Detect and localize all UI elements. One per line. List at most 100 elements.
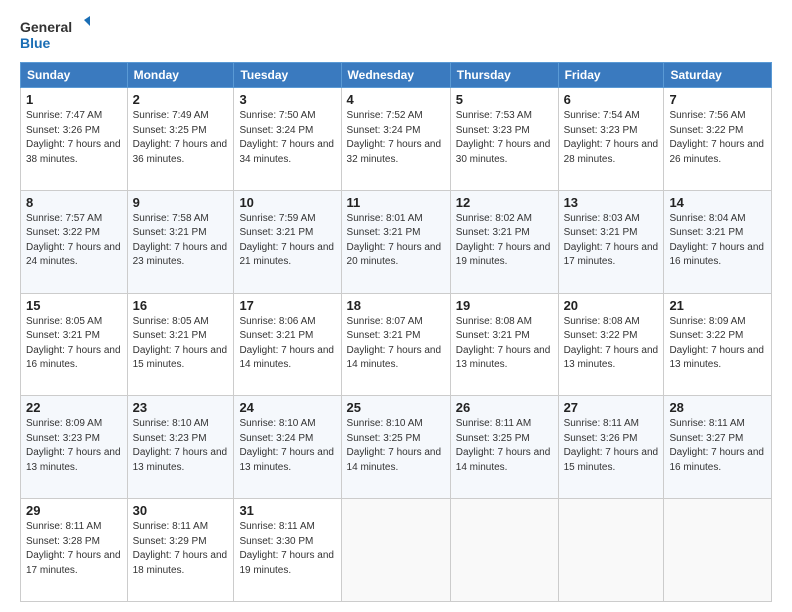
day-number: 17 [239, 298, 335, 313]
calendar-week-row: 15 Sunrise: 8:05 AM Sunset: 3:21 PM Dayl… [21, 293, 772, 396]
day-info: Sunrise: 7:53 AM Sunset: 3:23 PM Dayligh… [456, 109, 553, 167]
day-number: 13 [564, 195, 659, 210]
page: General Blue SundayMondayTuesdayWednesda… [0, 0, 792, 612]
day-info: Sunrise: 7:47 AM Sunset: 3:26 PM Dayligh… [26, 109, 122, 167]
day-info: Sunrise: 7:52 AM Sunset: 3:24 PM Dayligh… [347, 109, 445, 167]
day-number: 30 [133, 503, 229, 518]
calendar-cell: 13 Sunrise: 8:03 AM Sunset: 3:21 PM Dayl… [558, 190, 664, 293]
calendar-header-sunday: Sunday [21, 63, 128, 88]
day-number: 18 [347, 298, 445, 313]
day-number: 22 [26, 400, 122, 415]
calendar-cell [664, 499, 772, 602]
calendar-cell: 19 Sunrise: 8:08 AM Sunset: 3:21 PM Dayl… [450, 293, 558, 396]
calendar-cell: 28 Sunrise: 8:11 AM Sunset: 3:27 PM Dayl… [664, 396, 772, 499]
day-number: 31 [239, 503, 335, 518]
calendar-cell: 8 Sunrise: 7:57 AM Sunset: 3:22 PM Dayli… [21, 190, 128, 293]
day-info: Sunrise: 8:05 AM Sunset: 3:21 PM Dayligh… [133, 315, 229, 373]
day-number: 26 [456, 400, 553, 415]
day-info: Sunrise: 8:11 AM Sunset: 3:25 PM Dayligh… [456, 417, 553, 475]
day-info: Sunrise: 7:50 AM Sunset: 3:24 PM Dayligh… [239, 109, 335, 167]
calendar-header-wednesday: Wednesday [341, 63, 450, 88]
day-info: Sunrise: 7:58 AM Sunset: 3:21 PM Dayligh… [133, 212, 229, 270]
day-info: Sunrise: 8:11 AM Sunset: 3:28 PM Dayligh… [26, 520, 122, 578]
day-info: Sunrise: 8:04 AM Sunset: 3:21 PM Dayligh… [669, 212, 766, 270]
general-blue-logo-icon: General Blue [20, 16, 90, 52]
calendar-week-row: 1 Sunrise: 7:47 AM Sunset: 3:26 PM Dayli… [21, 88, 772, 191]
calendar-cell: 10 Sunrise: 7:59 AM Sunset: 3:21 PM Dayl… [234, 190, 341, 293]
calendar-cell: 12 Sunrise: 8:02 AM Sunset: 3:21 PM Dayl… [450, 190, 558, 293]
day-info: Sunrise: 8:11 AM Sunset: 3:30 PM Dayligh… [239, 520, 335, 578]
day-number: 4 [347, 92, 445, 107]
calendar-cell: 6 Sunrise: 7:54 AM Sunset: 3:23 PM Dayli… [558, 88, 664, 191]
day-number: 25 [347, 400, 445, 415]
calendar-cell: 3 Sunrise: 7:50 AM Sunset: 3:24 PM Dayli… [234, 88, 341, 191]
day-number: 29 [26, 503, 122, 518]
day-number: 28 [669, 400, 766, 415]
day-info: Sunrise: 8:08 AM Sunset: 3:22 PM Dayligh… [564, 315, 659, 373]
day-number: 9 [133, 195, 229, 210]
day-number: 24 [239, 400, 335, 415]
logo: General Blue [20, 16, 90, 52]
calendar-week-row: 22 Sunrise: 8:09 AM Sunset: 3:23 PM Dayl… [21, 396, 772, 499]
day-info: Sunrise: 8:11 AM Sunset: 3:26 PM Dayligh… [564, 417, 659, 475]
day-number: 15 [26, 298, 122, 313]
day-number: 2 [133, 92, 229, 107]
calendar-cell: 18 Sunrise: 8:07 AM Sunset: 3:21 PM Dayl… [341, 293, 450, 396]
day-info: Sunrise: 7:56 AM Sunset: 3:22 PM Dayligh… [669, 109, 766, 167]
calendar-cell: 4 Sunrise: 7:52 AM Sunset: 3:24 PM Dayli… [341, 88, 450, 191]
day-number: 10 [239, 195, 335, 210]
day-info: Sunrise: 8:09 AM Sunset: 3:23 PM Dayligh… [26, 417, 122, 475]
day-info: Sunrise: 8:07 AM Sunset: 3:21 PM Dayligh… [347, 315, 445, 373]
calendar-cell: 26 Sunrise: 8:11 AM Sunset: 3:25 PM Dayl… [450, 396, 558, 499]
header: General Blue [20, 16, 772, 52]
day-info: Sunrise: 7:54 AM Sunset: 3:23 PM Dayligh… [564, 109, 659, 167]
day-info: Sunrise: 8:05 AM Sunset: 3:21 PM Dayligh… [26, 315, 122, 373]
day-info: Sunrise: 8:10 AM Sunset: 3:23 PM Dayligh… [133, 417, 229, 475]
svg-text:General: General [20, 19, 72, 35]
day-number: 7 [669, 92, 766, 107]
day-info: Sunrise: 8:02 AM Sunset: 3:21 PM Dayligh… [456, 212, 553, 270]
day-info: Sunrise: 8:01 AM Sunset: 3:21 PM Dayligh… [347, 212, 445, 270]
calendar-cell [450, 499, 558, 602]
calendar-cell: 22 Sunrise: 8:09 AM Sunset: 3:23 PM Dayl… [21, 396, 128, 499]
day-info: Sunrise: 8:03 AM Sunset: 3:21 PM Dayligh… [564, 212, 659, 270]
calendar-cell: 30 Sunrise: 8:11 AM Sunset: 3:29 PM Dayl… [127, 499, 234, 602]
day-number: 23 [133, 400, 229, 415]
calendar-cell: 25 Sunrise: 8:10 AM Sunset: 3:25 PM Dayl… [341, 396, 450, 499]
calendar-cell: 27 Sunrise: 8:11 AM Sunset: 3:26 PM Dayl… [558, 396, 664, 499]
calendar-cell: 31 Sunrise: 8:11 AM Sunset: 3:30 PM Dayl… [234, 499, 341, 602]
calendar-header-saturday: Saturday [664, 63, 772, 88]
calendar-cell: 14 Sunrise: 8:04 AM Sunset: 3:21 PM Dayl… [664, 190, 772, 293]
calendar-header-monday: Monday [127, 63, 234, 88]
calendar-cell [558, 499, 664, 602]
day-info: Sunrise: 8:10 AM Sunset: 3:25 PM Dayligh… [347, 417, 445, 475]
day-info: Sunrise: 7:57 AM Sunset: 3:22 PM Dayligh… [26, 212, 122, 270]
calendar-table: SundayMondayTuesdayWednesdayThursdayFrid… [20, 62, 772, 602]
day-number: 27 [564, 400, 659, 415]
day-number: 11 [347, 195, 445, 210]
calendar-cell: 9 Sunrise: 7:58 AM Sunset: 3:21 PM Dayli… [127, 190, 234, 293]
day-number: 8 [26, 195, 122, 210]
calendar-week-row: 29 Sunrise: 8:11 AM Sunset: 3:28 PM Dayl… [21, 499, 772, 602]
calendar-cell: 5 Sunrise: 7:53 AM Sunset: 3:23 PM Dayli… [450, 88, 558, 191]
day-info: Sunrise: 8:09 AM Sunset: 3:22 PM Dayligh… [669, 315, 766, 373]
calendar-header-friday: Friday [558, 63, 664, 88]
day-number: 20 [564, 298, 659, 313]
calendar-cell: 15 Sunrise: 8:05 AM Sunset: 3:21 PM Dayl… [21, 293, 128, 396]
day-number: 14 [669, 195, 766, 210]
day-info: Sunrise: 8:11 AM Sunset: 3:27 PM Dayligh… [669, 417, 766, 475]
day-number: 6 [564, 92, 659, 107]
day-number: 16 [133, 298, 229, 313]
calendar-cell: 24 Sunrise: 8:10 AM Sunset: 3:24 PM Dayl… [234, 396, 341, 499]
day-number: 1 [26, 92, 122, 107]
day-number: 12 [456, 195, 553, 210]
calendar-cell: 29 Sunrise: 8:11 AM Sunset: 3:28 PM Dayl… [21, 499, 128, 602]
calendar-header-tuesday: Tuesday [234, 63, 341, 88]
day-info: Sunrise: 7:49 AM Sunset: 3:25 PM Dayligh… [133, 109, 229, 167]
calendar-cell: 16 Sunrise: 8:05 AM Sunset: 3:21 PM Dayl… [127, 293, 234, 396]
day-info: Sunrise: 8:08 AM Sunset: 3:21 PM Dayligh… [456, 315, 553, 373]
calendar-header-thursday: Thursday [450, 63, 558, 88]
calendar-cell: 21 Sunrise: 8:09 AM Sunset: 3:22 PM Dayl… [664, 293, 772, 396]
calendar-week-row: 8 Sunrise: 7:57 AM Sunset: 3:22 PM Dayli… [21, 190, 772, 293]
day-info: Sunrise: 8:11 AM Sunset: 3:29 PM Dayligh… [133, 520, 229, 578]
